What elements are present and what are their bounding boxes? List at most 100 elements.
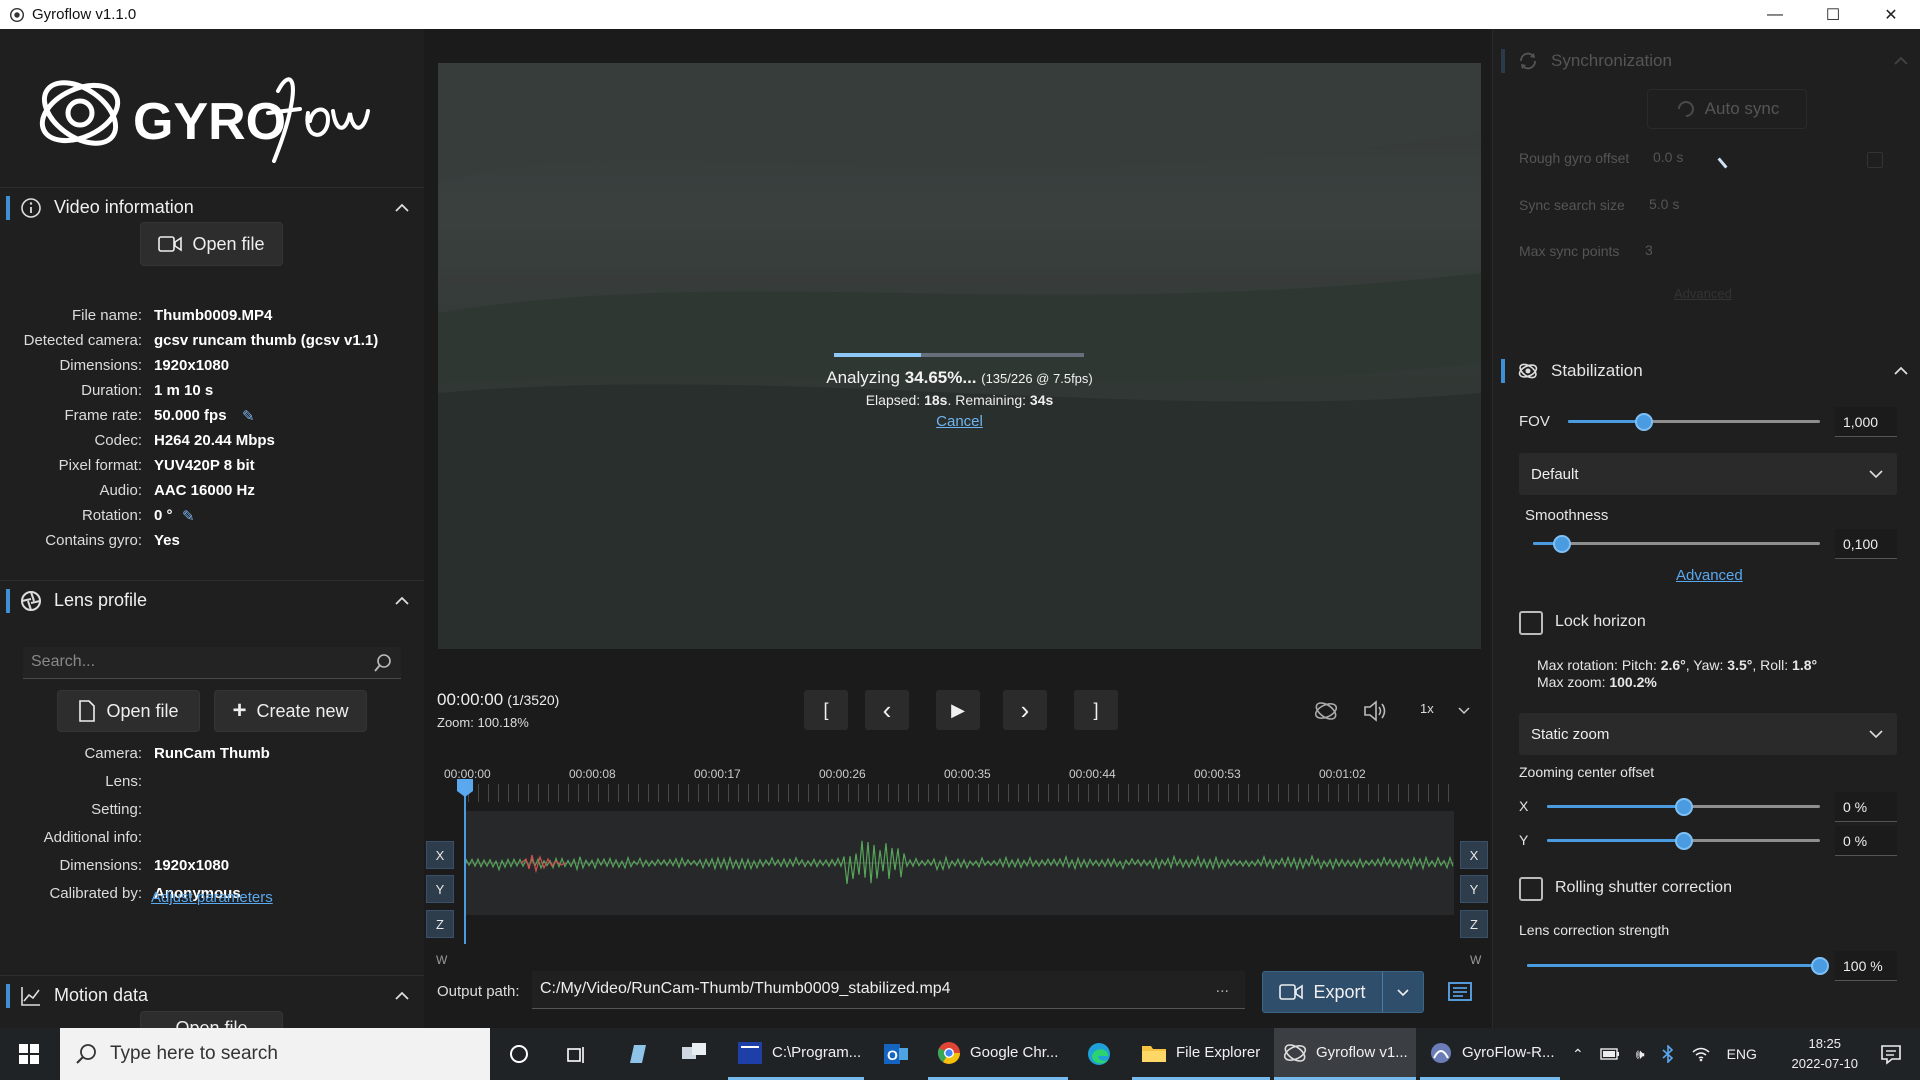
rough-offset-checkbox[interactable] (1867, 152, 1883, 168)
synchronization-header[interactable]: Synchronization (1493, 41, 1920, 81)
edit-pencil-icon[interactable]: ✎ (182, 507, 195, 525)
chevron-up-icon[interactable] (1891, 361, 1911, 381)
sync-advanced-link[interactable]: Advanced (1674, 286, 1732, 301)
pinned-edge[interactable] (1086, 1028, 1118, 1080)
rough-gyro-offset-value[interactable]: 0.0 s (1653, 149, 1683, 165)
max-sync-points-value[interactable]: 3 (1645, 242, 1653, 258)
video-preview[interactable]: Analyzing 34.65%... (135/226 @ 7.5fps) E… (438, 63, 1481, 649)
adjust-parameters-link[interactable]: Adjust parameters (151, 889, 273, 906)
smoothing-method-dropdown[interactable]: Default (1519, 453, 1897, 495)
chevron-up-icon[interactable] (392, 198, 412, 218)
axis-z-left-button[interactable]: Z (426, 910, 454, 938)
gyro-graph[interactable] (465, 811, 1454, 915)
playhead-line[interactable] (464, 784, 466, 944)
fov-value-input[interactable]: 1,000 (1835, 407, 1897, 437)
notifications-icon[interactable] (1880, 1043, 1902, 1065)
stabilization-toggle-icon[interactable] (1313, 699, 1339, 723)
rolling-shutter-checkbox[interactable] (1519, 877, 1543, 901)
taskbar-app-gyroflow[interactable]: Gyroflow v1... (1274, 1028, 1416, 1080)
smoothness-slider-knob[interactable] (1552, 535, 1571, 553)
rough-offset-slider-knob[interactable] (1717, 157, 1728, 169)
chevron-up-icon[interactable] (392, 591, 412, 611)
offset-y-slider[interactable] (1547, 831, 1820, 851)
pinned-app-2[interactable] (680, 1028, 712, 1080)
cortana-button[interactable] (508, 1028, 532, 1080)
battery-icon[interactable] (1600, 1047, 1620, 1061)
rolling-shutter-label[interactable]: Rolling shutter correction (1555, 879, 1732, 897)
export-button[interactable]: Export (1263, 972, 1383, 1012)
lens-correction-strength-slider[interactable] (1527, 956, 1829, 976)
lock-horizon-label[interactable]: Lock horizon (1555, 613, 1646, 631)
cancel-analysis-link[interactable]: Cancel (438, 413, 1481, 430)
input-language[interactable]: ENG (1727, 1046, 1757, 1062)
zoom-mode-dropdown[interactable]: Static zoom (1519, 713, 1897, 755)
play-button[interactable]: ▶ (936, 690, 980, 730)
axis-z-right-button[interactable]: Z (1460, 910, 1488, 938)
offset-x-slider[interactable] (1547, 797, 1820, 817)
lens-correction-value-input[interactable]: 100 % (1835, 951, 1897, 981)
video-information-header[interactable]: Video information (0, 187, 424, 227)
output-path-field[interactable]: C:/My/Video/RunCam-Thumb/Thumb0009_stabi… (532, 971, 1245, 1009)
set-out-point-button[interactable]: ] (1074, 690, 1118, 730)
offset-x-value-input[interactable]: 0 % (1835, 792, 1897, 822)
offset-y-value-input[interactable]: 0 % (1835, 826, 1897, 856)
export-button-group[interactable]: Export (1262, 971, 1424, 1013)
sync-search-size-value[interactable]: 5.0 s (1649, 196, 1679, 212)
minimize-button[interactable]: — (1746, 0, 1804, 29)
taskbar-app-terminal[interactable]: C:\Program... (728, 1028, 864, 1080)
taskbar-clock[interactable]: 18:25 2022-07-10 (1792, 1034, 1859, 1074)
volume-icon[interactable] (1363, 699, 1389, 723)
axis-y-left-button[interactable]: Y (426, 875, 454, 903)
motion-data-header[interactable]: Motion data (0, 975, 424, 1015)
start-button[interactable] (0, 1028, 58, 1080)
stabilization-header[interactable]: Stabilization (1493, 351, 1920, 391)
maximize-button[interactable]: ☐ (1804, 0, 1862, 29)
speaker-icon[interactable]: 🕪 (1636, 1046, 1645, 1063)
set-in-point-button[interactable]: [ (804, 690, 848, 730)
create-new-button[interactable]: + Create new (214, 690, 367, 732)
fov-slider-knob[interactable] (1634, 413, 1653, 431)
previous-frame-button[interactable]: ‹ (865, 690, 909, 730)
pinned-app-1[interactable] (624, 1028, 652, 1080)
edit-pencil-icon[interactable]: ✎ (242, 407, 255, 425)
chevron-up-icon[interactable] (1891, 51, 1911, 71)
taskbar-search-box[interactable]: Type here to search (60, 1028, 490, 1080)
pinned-outlook[interactable]: O (882, 1028, 914, 1080)
axis-y-right-button[interactable]: Y (1460, 875, 1488, 903)
lock-horizon-checkbox[interactable] (1519, 611, 1543, 635)
fov-slider[interactable] (1568, 412, 1820, 432)
lens-search-box[interactable] (23, 647, 401, 679)
bluetooth-icon[interactable] (1661, 1045, 1675, 1063)
lens-profile-header[interactable]: Lens profile (0, 580, 424, 620)
chevron-down-icon[interactable] (1457, 703, 1471, 717)
cancel-label[interactable]: Cancel (936, 413, 983, 430)
axis-x-left-button[interactable]: X (426, 841, 454, 869)
chevron-up-icon[interactable] (392, 986, 412, 1006)
browse-output-button[interactable]: ... (1216, 979, 1229, 997)
playback-speed[interactable]: 1x (1420, 701, 1434, 716)
video-open-file-button[interactable]: Open file (140, 222, 283, 266)
taskbar-app-chrome[interactable]: Google Chr... (928, 1028, 1068, 1080)
chevron-up-icon[interactable]: ⌃ (1572, 1046, 1584, 1063)
timeline-ruler[interactable] (468, 784, 1454, 802)
playhead-handle[interactable] (454, 777, 476, 799)
task-view-button[interactable] (566, 1028, 590, 1080)
smoothness-slider[interactable] (1533, 534, 1820, 554)
auto-sync-button[interactable]: Auto sync (1647, 89, 1807, 129)
stabilization-advanced-link[interactable]: Advanced (1676, 567, 1743, 584)
lens-open-file-button[interactable]: Open file (57, 690, 200, 732)
taskbar-app-file-explorer[interactable]: File Explorer (1132, 1028, 1270, 1080)
offset-y-slider-knob[interactable] (1674, 832, 1693, 850)
wifi-icon[interactable] (1691, 1046, 1711, 1062)
lens-correction-slider-knob[interactable] (1811, 957, 1829, 975)
taskbar-app-gyroflow-r[interactable]: GyroFlow-R... (1420, 1028, 1560, 1080)
motion-open-file-button[interactable]: Open file (140, 1011, 283, 1028)
lens-search-input[interactable] (23, 647, 353, 677)
smoothness-value-input[interactable]: 0,100 (1835, 529, 1897, 559)
export-options-dropdown[interactable] (1383, 972, 1423, 1012)
render-queue-icon[interactable] (1447, 980, 1475, 1004)
close-button[interactable]: ✕ (1862, 0, 1920, 29)
axis-x-right-button[interactable]: X (1460, 841, 1488, 869)
offset-x-slider-knob[interactable] (1674, 798, 1693, 816)
next-frame-button[interactable]: › (1003, 690, 1047, 730)
